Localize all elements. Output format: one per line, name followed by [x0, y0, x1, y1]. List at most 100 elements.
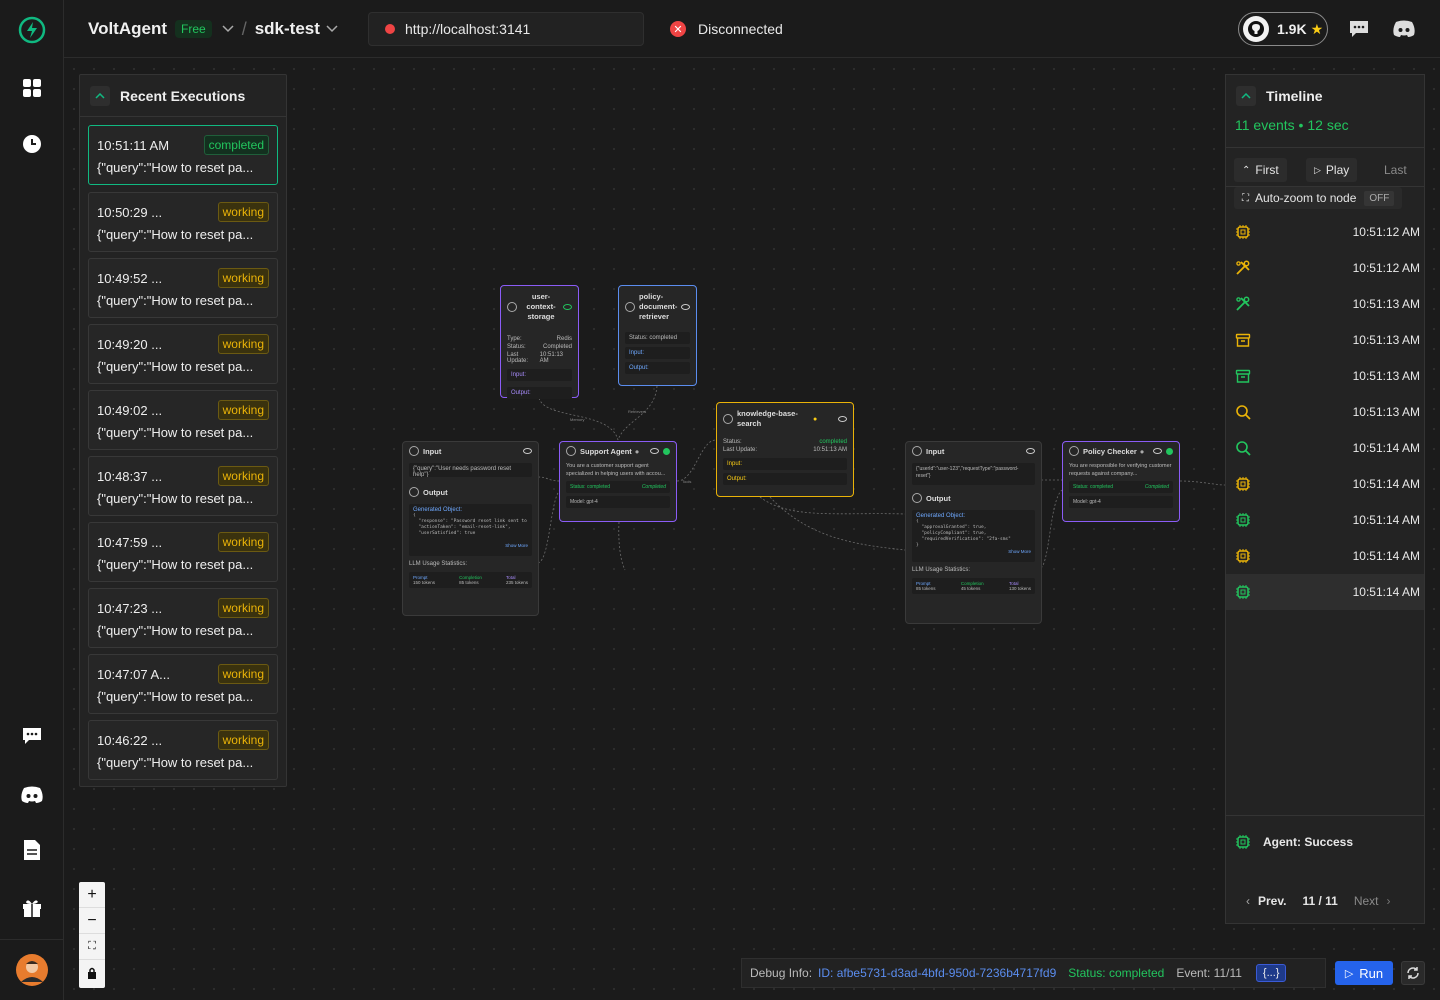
execution-item[interactable]: 10:51:11 AM completed {"query":"How to re… — [88, 125, 278, 185]
node-support-agent[interactable]: Support Agent ● You are a customer suppor… — [559, 441, 677, 522]
status-badge: working — [217, 466, 269, 486]
execution-item[interactable]: 10:49:52 ... working {"query":"How to res… — [88, 258, 278, 318]
node-input-output-2[interactable]: Input {"userId":"user-123","requestType"… — [905, 441, 1042, 624]
user-avatar[interactable] — [16, 954, 48, 986]
timeline-event[interactable]: 10:51:13 AM — [1226, 322, 1424, 358]
debug-label: Debug Info: — [750, 966, 813, 980]
last-button[interactable]: Last — [1376, 158, 1415, 182]
status-badge: working — [217, 532, 269, 552]
eye-icon[interactable] — [681, 304, 690, 310]
agent-icon — [566, 446, 576, 456]
fit-view-icon[interactable]: ⛶ — [79, 934, 105, 960]
discord-icon[interactable] — [1392, 0, 1416, 58]
execution-item[interactable]: 10:47:59 ... working {"query":"How to res… — [88, 522, 278, 582]
node-input-section[interactable]: Input: — [507, 369, 572, 381]
execution-item[interactable]: 10:47:07 A... working {"query":"How to re… — [88, 654, 278, 714]
node-policy-document-retriever[interactable]: policy-document-retriever Status: comple… — [618, 285, 697, 386]
generated-object-value: { "approvalGranted": true, "policyCompli… — [916, 519, 1011, 548]
lock-icon[interactable] — [79, 960, 105, 986]
panel-title: Timeline — [1266, 88, 1323, 104]
timeline-event[interactable]: 10:51:12 AM — [1226, 214, 1424, 250]
chevron-left-icon[interactable]: ‹ — [1246, 894, 1250, 908]
timeline-event[interactable]: 10:51:14 AM — [1226, 466, 1424, 502]
debug-event: Event: 11/11 — [1176, 966, 1242, 980]
node-input-section[interactable]: Input: — [625, 347, 690, 359]
run-button[interactable]: ▷ Run — [1335, 961, 1393, 985]
collapse-chevron-up-icon[interactable] — [90, 85, 110, 106]
node-policy-checker[interactable]: Policy Checker ● You are responsible for … — [1062, 441, 1180, 522]
execution-item[interactable]: 10:49:02 ... working {"query":"How to res… — [88, 390, 278, 450]
history-clock-icon[interactable] — [16, 128, 48, 160]
node-status-right: Completed — [1144, 484, 1169, 490]
chevron-down-icon[interactable] — [222, 20, 234, 38]
event-time: 10:51:13 AM — [1352, 297, 1420, 311]
first-button[interactable]: ⌃ First — [1234, 158, 1287, 182]
eye-icon[interactable] — [838, 416, 847, 422]
document-icon[interactable] — [16, 834, 48, 866]
status-badge: completed — [203, 135, 269, 155]
node-output-section[interactable]: Output: — [723, 473, 847, 485]
zoom-out-icon[interactable]: − — [79, 908, 105, 934]
node-input-section[interactable]: Input: — [723, 458, 847, 470]
node-knowledge-base-search[interactable]: knowledge-base-search ● Status: completed… — [716, 402, 854, 497]
chat-bubble-icon[interactable] — [16, 720, 48, 752]
view-json-button[interactable]: {...} — [1255, 964, 1287, 982]
cpu-icon — [1236, 549, 1250, 563]
eye-icon[interactable] — [1026, 448, 1035, 454]
recent-executions-panel: Recent Executions 10:51:11 AM completed {… — [79, 74, 287, 787]
project-name[interactable]: sdk-test — [255, 19, 320, 39]
zoom-in-icon[interactable]: + — [79, 882, 105, 908]
prompt-value: 85 tokens — [916, 586, 936, 591]
timeline-event[interactable]: 10:51:13 AM — [1226, 358, 1424, 394]
timeline-event[interactable]: 10:51:14 AM — [1226, 538, 1424, 574]
execution-item[interactable]: 10:49:20 ... working {"query":"How to res… — [88, 324, 278, 384]
cpu-icon — [1236, 585, 1250, 599]
eye-icon[interactable] — [563, 304, 572, 310]
play-button[interactable]: ▷ Play — [1306, 158, 1358, 182]
node-output-section[interactable]: Output: — [625, 362, 690, 374]
prev-button[interactable]: Prev. — [1258, 894, 1286, 908]
next-button[interactable]: Next — [1354, 894, 1379, 908]
feedback-chat-icon[interactable] — [1348, 0, 1370, 58]
timeline-event[interactable]: 10:51:14 AM — [1226, 574, 1424, 610]
search-icon — [1236, 405, 1251, 420]
execution-item[interactable]: 10:46:22 ... working {"query":"How to res… — [88, 720, 278, 780]
execution-item[interactable]: 10:50:29 ... working {"query":"How to res… — [88, 192, 278, 252]
timeline-event[interactable]: 10:51:14 AM — [1226, 502, 1424, 538]
type-value: Redis — [556, 336, 572, 342]
discord-icon[interactable] — [16, 779, 48, 811]
timeline-event[interactable]: 10:51:13 AM — [1226, 286, 1424, 322]
debug-info-bar: Debug Info: ID: afbe5731-d3ad-4bfd-950d-… — [741, 958, 1326, 988]
refresh-icon[interactable] — [1401, 961, 1425, 985]
node-user-context-storage[interactable]: user-context-storage Type: Redis Status: C… — [500, 285, 579, 399]
eye-icon[interactable] — [523, 448, 532, 454]
node-input-output-1[interactable]: Input {"query":"User needs password rese… — [402, 441, 539, 616]
eye-icon[interactable] — [650, 448, 659, 454]
voltagent-logo-icon[interactable] — [16, 14, 48, 46]
collapse-chevron-up-icon[interactable] — [1236, 86, 1256, 106]
auto-zoom-toggle[interactable]: ⛶ Auto-zoom to node OFF — [1234, 187, 1403, 209]
gift-icon[interactable] — [16, 892, 48, 924]
chevron-right-icon[interactable]: › — [1387, 894, 1391, 908]
node-output-section[interactable]: Output: — [507, 387, 572, 399]
timeline-event[interactable]: 10:51:12 AM — [1226, 250, 1424, 286]
server-url-field[interactable]: http://localhost:3141 — [368, 12, 644, 46]
debug-id[interactable]: ID: afbe5731-d3ad-4bfd-950d-7236b4717fd9 — [818, 966, 1056, 980]
show-more-link[interactable]: Show More — [916, 549, 1031, 554]
execution-item[interactable]: 10:48:37 ... working {"query":"How to res… — [88, 456, 278, 516]
timeline-pager: ‹ Prev. 11 / 11 Next › — [1226, 894, 1424, 908]
execution-time: 10:51:11 AM — [97, 137, 170, 153]
focus-icon: ⛶ — [1242, 192, 1249, 204]
eye-icon[interactable] — [1153, 448, 1162, 454]
event-time: 10:51:14 AM — [1352, 441, 1420, 455]
double-chevron-up-icon: ⌃ — [1242, 164, 1251, 176]
dashboard-grid-icon[interactable] — [16, 72, 48, 104]
execution-time: 10:49:02 ... — [97, 402, 163, 418]
event-time: 10:51:13 AM — [1352, 333, 1420, 347]
show-more-link[interactable]: Show More — [413, 543, 528, 548]
chevron-down-icon[interactable] — [326, 20, 338, 38]
github-stars-button[interactable]: 1.9K ★ — [1238, 12, 1328, 46]
execution-item[interactable]: 10:47:23 ... working {"query":"How to res… — [88, 588, 278, 648]
timeline-event[interactable]: 10:51:14 AM — [1226, 430, 1424, 466]
timeline-event[interactable]: 10:51:13 AM — [1226, 394, 1424, 430]
